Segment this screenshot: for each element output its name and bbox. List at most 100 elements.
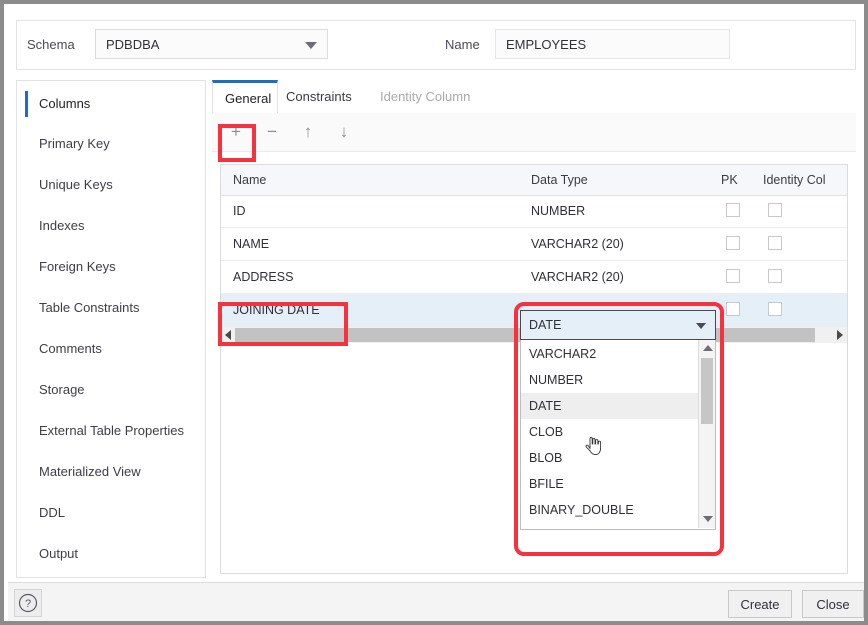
sidebar-item-label: Output bbox=[39, 546, 78, 561]
option-label: NUMBER bbox=[529, 373, 583, 387]
option-label: BFILE bbox=[529, 477, 564, 491]
move-column-up-button[interactable]: ↑ bbox=[295, 119, 321, 145]
dropdown-scrollbar[interactable] bbox=[698, 340, 715, 528]
cell-identity-checkbox[interactable] bbox=[768, 269, 782, 283]
sidebar-item-comments[interactable]: Comments bbox=[17, 336, 205, 362]
sidebar-item-label: Comments bbox=[39, 341, 102, 356]
chevron-down-icon bbox=[305, 42, 317, 49]
move-column-down-button[interactable]: ↓ bbox=[331, 119, 357, 145]
option-label: BLOB bbox=[529, 451, 562, 465]
option-binary-double[interactable]: BINARY_DOUBLE bbox=[521, 497, 699, 523]
table-row[interactable]: ADDRESS VARCHAR2 (20) bbox=[221, 261, 847, 294]
scroll-down-icon[interactable] bbox=[703, 516, 713, 522]
cell-identity-checkbox[interactable] bbox=[768, 236, 782, 250]
option-label: DATE bbox=[529, 399, 561, 413]
sidebar-item-unique-keys[interactable]: Unique Keys bbox=[17, 172, 205, 198]
sidebar-item-materialized-view[interactable]: Materialized View bbox=[17, 459, 205, 485]
schema-name-bar: Schema PDBDBA Name EMPLOYEES bbox=[16, 20, 856, 70]
header-data-type[interactable]: Data Type bbox=[531, 173, 588, 187]
table-row[interactable]: ID NUMBER bbox=[221, 195, 847, 228]
cell-pk-checkbox[interactable] bbox=[726, 203, 740, 217]
column-toolbar: + − ↑ ↓ bbox=[212, 113, 856, 152]
scroll-up-icon[interactable] bbox=[703, 345, 713, 351]
close-button[interactable]: Close bbox=[802, 590, 864, 618]
sidebar-item-external-table-properties[interactable]: External Table Properties bbox=[17, 418, 205, 444]
sidebar-item-foreign-keys[interactable]: Foreign Keys bbox=[17, 254, 205, 280]
cell-identity-checkbox[interactable] bbox=[768, 203, 782, 217]
table-name-value: EMPLOYEES bbox=[506, 37, 586, 52]
option-varchar2[interactable]: VARCHAR2 bbox=[521, 341, 699, 367]
header-identity-col[interactable]: Identity Col bbox=[763, 173, 826, 187]
cell-column-name: ID bbox=[233, 204, 246, 218]
cell-column-name: JOINING DATE bbox=[233, 303, 320, 317]
option-bfile[interactable]: BFILE bbox=[521, 471, 699, 497]
add-column-button[interactable]: + bbox=[223, 119, 249, 145]
tab-label: Identity Column bbox=[380, 89, 470, 104]
option-clob[interactable]: CLOB bbox=[521, 419, 699, 445]
cell-column-name: ADDRESS bbox=[233, 270, 293, 284]
sidebar-item-label: Foreign Keys bbox=[39, 259, 116, 274]
tab-constraints[interactable]: Constraints bbox=[286, 80, 364, 113]
table-name-label: Name bbox=[445, 37, 480, 52]
chevron-down-icon bbox=[696, 323, 706, 329]
cell-pk-checkbox[interactable] bbox=[726, 269, 740, 283]
table-row[interactable]: NAME VARCHAR2 (20) bbox=[221, 228, 847, 261]
question-mark-icon: ? bbox=[15, 590, 41, 616]
sidebar-item-label: Columns bbox=[39, 96, 90, 111]
sidebar-item-label: Table Constraints bbox=[39, 300, 139, 315]
dialog-footer: ? Create Close bbox=[8, 582, 868, 625]
table-name-input[interactable]: EMPLOYEES bbox=[495, 29, 730, 59]
scroll-left-icon[interactable] bbox=[225, 330, 231, 340]
create-table-dialog: Schema PDBDBA Name EMPLOYEES Columns Pri… bbox=[0, 0, 868, 625]
sidebar-item-columns[interactable]: Columns bbox=[17, 91, 205, 117]
cell-identity-checkbox[interactable] bbox=[768, 302, 782, 316]
sidebar-item-label: DDL bbox=[39, 505, 65, 520]
tab-bar: General Constraints Identity Column bbox=[212, 80, 856, 114]
sidebar-item-label: External Table Properties bbox=[39, 423, 184, 438]
option-label: VARCHAR2 bbox=[529, 347, 596, 361]
data-type-select[interactable]: DATE bbox=[520, 310, 716, 340]
data-type-option-list: VARCHAR2 NUMBER DATE CLOB BLOB BFILE BIN… bbox=[520, 340, 716, 530]
option-label: BINARY_DOUBLE bbox=[529, 503, 634, 517]
cell-column-name: NAME bbox=[233, 237, 269, 251]
table-header-row: Name Data Type PK Identity Col bbox=[221, 165, 847, 196]
sidebar-item-label: Materialized View bbox=[39, 464, 141, 479]
mouse-cursor-icon bbox=[585, 437, 601, 455]
sidebar: Columns Primary Key Unique Keys Indexes … bbox=[16, 80, 206, 578]
data-type-selected-value: DATE bbox=[529, 318, 561, 332]
sidebar-item-storage[interactable]: Storage bbox=[17, 377, 205, 403]
sidebar-item-table-constraints[interactable]: Table Constraints bbox=[17, 295, 205, 321]
sidebar-item-ddl[interactable]: DDL bbox=[17, 500, 205, 526]
data-type-dropdown: DATE VARCHAR2 NUMBER DATE CLOB BLOB BFIL… bbox=[520, 310, 716, 530]
tab-identity-column: Identity Column bbox=[380, 80, 486, 113]
option-number[interactable]: NUMBER bbox=[521, 367, 699, 393]
option-label: CLOB bbox=[529, 425, 563, 439]
option-blob[interactable]: BLOB bbox=[521, 445, 699, 471]
scroll-right-icon[interactable] bbox=[837, 330, 843, 340]
cell-data-type: VARCHAR2 (20) bbox=[531, 237, 624, 251]
create-button[interactable]: Create bbox=[728, 590, 792, 618]
sidebar-item-label: Unique Keys bbox=[39, 177, 113, 192]
help-button[interactable]: ? bbox=[14, 589, 42, 617]
cell-pk-checkbox[interactable] bbox=[726, 302, 740, 316]
tab-label: Constraints bbox=[286, 89, 352, 104]
sidebar-item-label: Indexes bbox=[39, 218, 85, 233]
header-name[interactable]: Name bbox=[233, 173, 266, 187]
schema-select[interactable]: PDBDBA bbox=[95, 29, 328, 59]
cell-data-type: VARCHAR2 (20) bbox=[531, 270, 624, 284]
sidebar-item-label: Storage bbox=[39, 382, 85, 397]
cell-data-type: NUMBER bbox=[531, 204, 585, 218]
scrollbar-thumb[interactable] bbox=[701, 358, 713, 424]
sidebar-item-indexes[interactable]: Indexes bbox=[17, 213, 205, 239]
remove-column-button[interactable]: − bbox=[259, 119, 285, 145]
sidebar-item-output[interactable]: Output bbox=[17, 541, 205, 567]
option-date[interactable]: DATE bbox=[521, 393, 699, 419]
tab-general[interactable]: General bbox=[212, 80, 278, 113]
tab-label: General bbox=[225, 91, 271, 106]
header-pk[interactable]: PK bbox=[721, 173, 738, 187]
sidebar-item-primary-key[interactable]: Primary Key bbox=[17, 131, 205, 157]
sidebar-item-label: Primary Key bbox=[39, 136, 110, 151]
cell-pk-checkbox[interactable] bbox=[726, 236, 740, 250]
svg-text:?: ? bbox=[25, 598, 31, 610]
schema-label: Schema bbox=[27, 37, 75, 52]
